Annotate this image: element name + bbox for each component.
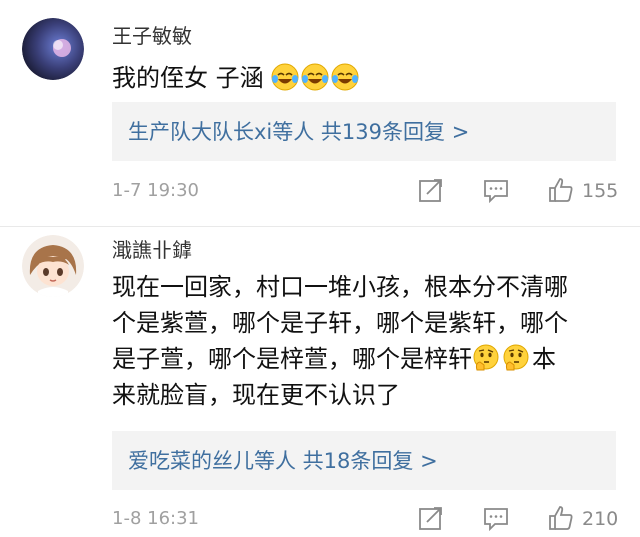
comment-text-main: 我的侄女 子涵 <box>112 64 264 92</box>
comment-text: 现在一回家，村口一堆小孩，根本分不清哪 个是紫萱，哪个是子轩，哪个是紫轩，哪个 … <box>112 269 612 413</box>
timestamp: 1-7 19:30 <box>112 180 199 201</box>
crying-laughing-emoji-icon <box>331 63 359 91</box>
like-count: 210 <box>582 508 619 530</box>
comment-text-line: 现在一回家，村口一堆小孩，根本分不清哪 <box>112 273 568 301</box>
thumbs-up-icon[interactable] <box>547 176 575 204</box>
comment-footer: 1-8 16:31 210 <box>112 504 622 534</box>
timestamp: 1-8 16:31 <box>112 508 199 529</box>
crying-laughing-emoji-icon <box>271 63 299 91</box>
comment-text-segment: 本 <box>532 345 556 373</box>
comment-text-line: 个是紫萱，哪个是子轩，哪个是紫轩，哪个 <box>112 309 568 337</box>
username[interactable]: 王子敏敏 <box>112 20 192 49</box>
share-icon[interactable] <box>417 504 445 532</box>
comment-icon[interactable] <box>482 504 510 532</box>
share-icon[interactable] <box>417 176 445 204</box>
thinking-emoji-icon <box>503 344 529 371</box>
comment-item: 王子敏敏 我的侄女 子涵 生产队大队长xi等人 共139条回复 > 1-7 19… <box>0 0 640 227</box>
comment-text: 我的侄女 子涵 <box>112 60 612 96</box>
like-count: 155 <box>582 180 619 202</box>
comment-icon[interactable] <box>482 176 510 204</box>
comment-item: 濈譙卝鎼 现在一回家，村口一堆小孩，根本分不清哪 个是紫萱，哪个是子轩，哪个是紫… <box>0 227 640 537</box>
view-replies-link[interactable]: 生产队大队长xi等人 共139条回复 > <box>128 116 469 146</box>
thumbs-up-icon[interactable] <box>547 504 575 532</box>
comment-text-segment: 是子萱，哪个是梓萱，哪个是梓轩 <box>112 345 472 373</box>
avatar[interactable] <box>22 235 84 297</box>
thinking-emoji-icon <box>473 344 499 371</box>
crying-laughing-emoji-icon <box>301 63 329 91</box>
avatar[interactable] <box>22 18 84 80</box>
comment-text-line: 来就脸盲，现在更不认识了 <box>112 381 400 409</box>
comment-footer: 1-7 19:30 155 <box>112 176 622 206</box>
comment-text-line: 是子萱，哪个是梓萱，哪个是梓轩 本 <box>112 341 612 377</box>
username[interactable]: 濈譙卝鎼 <box>112 234 192 263</box>
view-replies-link[interactable]: 爱吃菜的丝儿等人 共18条回复 > <box>128 445 438 475</box>
replies-preview[interactable]: 生产队大队长xi等人 共139条回复 > <box>112 102 616 161</box>
replies-preview[interactable]: 爱吃菜的丝儿等人 共18条回复 > <box>112 431 616 490</box>
